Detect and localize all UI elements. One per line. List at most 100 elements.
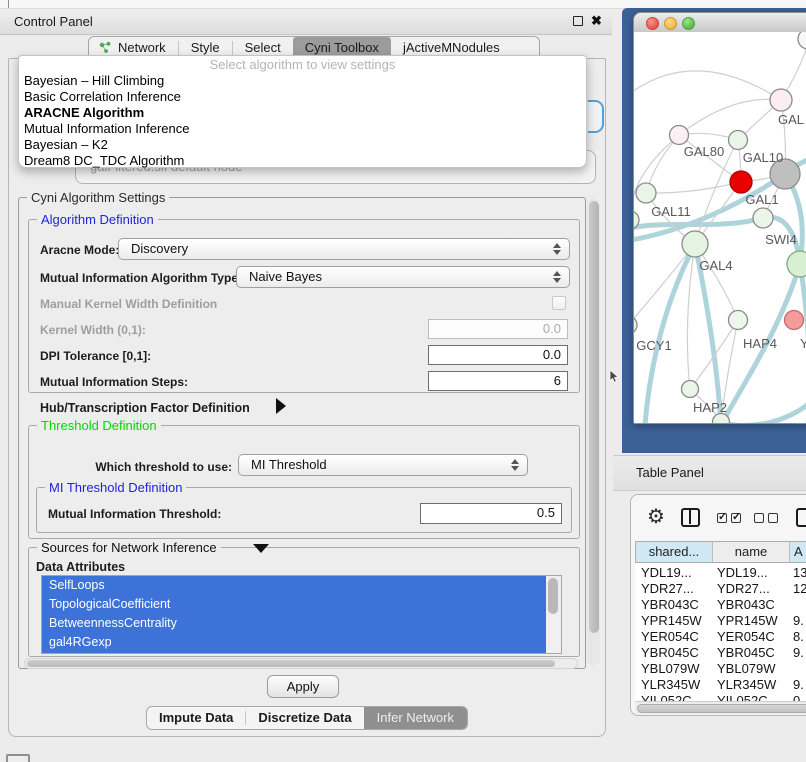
node-label: HAP4 — [743, 336, 777, 351]
dpi-tolerance-field[interactable]: 0.0 — [428, 345, 568, 365]
node-gal10[interactable] — [729, 131, 748, 150]
table-row[interactable]: YPR145WYPR145W9. — [635, 613, 806, 629]
dpi-tolerance-label: DPI Tolerance [0,1]: — [40, 349, 151, 363]
cyni-algorithm-settings-title: Cyni Algorithm Settings — [27, 190, 169, 205]
table-horizontal-scrollbar[interactable] — [635, 701, 806, 714]
dropdown-item[interactable]: Bayesian – Hill Climbing — [19, 73, 586, 89]
table-body[interactable]: YDL19...YDL19...13 YDR27...YDR27...12 YB… — [635, 563, 806, 701]
table-row[interactable]: YBR045CYBR045C9. — [635, 645, 806, 661]
network-tab-icon — [99, 41, 112, 54]
node-hap4[interactable] — [729, 311, 748, 330]
dropdown-item[interactable]: Mutual Information Inference — [19, 121, 586, 137]
tab-discretize-data[interactable]: Discretize Data — [246, 707, 363, 729]
mac-close-button[interactable] — [646, 17, 659, 30]
node-salmon[interactable] — [785, 311, 804, 330]
checked-checkbox-icon[interactable]: ✓ — [717, 513, 727, 523]
column-header-partial[interactable]: A — [790, 542, 806, 562]
tab-impute-data[interactable]: Impute Data — [147, 707, 245, 729]
column-header-shared-name[interactable]: shared... — [636, 542, 713, 562]
list-item[interactable]: TopologicalCoefficient — [42, 595, 546, 614]
table-row[interactable]: YER054CYER054C8. — [635, 629, 806, 645]
data-attributes-list[interactable]: SelfLoops TopologicalCoefficient Between… — [41, 575, 562, 654]
sources-title[interactable]: Sources for Network Inference — [37, 540, 221, 555]
node-right-green[interactable] — [787, 251, 806, 277]
which-threshold-combo[interactable]: MI Threshold — [238, 454, 528, 476]
mi-threshold-label: Mutual Information Threshold: — [48, 507, 221, 521]
list-vscroll-thumb[interactable] — [548, 578, 558, 614]
node-label: GAL4 — [699, 258, 732, 273]
expand-right-arrow-icon[interactable] — [276, 398, 286, 414]
dropdown-item[interactable]: Dream8 DC_TDC Algorithm — [19, 153, 586, 169]
list-item[interactable]: BetweennessCentrality — [42, 614, 546, 633]
which-threshold-value: MI Threshold — [251, 457, 327, 472]
collapse-down-arrow-icon[interactable] — [253, 544, 269, 553]
network-edge — [634, 158, 806, 424]
table-row[interactable]: YIL052CYIL052C0 — [635, 693, 806, 701]
node-label: Y — [800, 336, 806, 351]
table-row[interactable]: YDL19...YDL19...13 — [635, 565, 806, 581]
float-window-icon[interactable] — [573, 16, 583, 26]
node-gal4[interactable] — [682, 231, 708, 257]
tab-infer-network[interactable]: Infer Network — [364, 707, 467, 729]
data-attributes-label: Data Attributes — [36, 560, 125, 574]
node-gal1-selected[interactable] — [730, 171, 752, 193]
network-canvas[interactable]: GAL GAL80 GAL10 GAL1 GAL11 SWI4 GAL4 GCY… — [634, 32, 806, 424]
node-label: HAP2 — [693, 400, 727, 415]
column-split-icon[interactable] — [681, 508, 700, 527]
settings-hscroll-thumb[interactable] — [27, 660, 555, 667]
aracne-mode-combo[interactable]: Discovery — [118, 238, 570, 260]
kernel-width-field[interactable]: 0.0 — [428, 319, 568, 339]
node-gal80[interactable] — [670, 126, 689, 145]
table-row[interactable]: YLR345WYLR345W9. — [635, 677, 806, 693]
node-gal11[interactable] — [636, 183, 656, 203]
table-row[interactable]: YBL079WYBL079W — [635, 661, 806, 677]
table-panel-card: ⚙ ✓ ✓ shared... name A YDL19...YDL19...1… — [630, 494, 806, 716]
list-item[interactable]: SelfLoops — [42, 576, 546, 595]
node-gal2[interactable] — [770, 89, 792, 111]
mac-minimize-button[interactable] — [664, 17, 677, 30]
node-hap2[interactable] — [682, 381, 699, 398]
apply-button[interactable]: Apply — [267, 675, 339, 698]
node-partial-top[interactable] — [798, 32, 806, 49]
unchecked-checkbox-icon[interactable] — [754, 513, 764, 523]
node-label: GAL1 — [745, 192, 778, 207]
mi-steps-field[interactable]: 6 — [428, 371, 568, 391]
settings-vscroll-thumb[interactable] — [589, 201, 599, 633]
collapsed-panel-box[interactable] — [6, 754, 30, 762]
dropdown-item[interactable]: Basic Correlation Inference — [19, 89, 586, 105]
list-vertical-scrollbar[interactable] — [546, 576, 561, 653]
checked-checkbox-icon[interactable]: ✓ — [731, 513, 741, 523]
mac-zoom-button[interactable] — [682, 17, 695, 30]
table-hscroll-thumb[interactable] — [637, 704, 806, 713]
unchecked-checkbox-icon[interactable] — [768, 513, 778, 523]
control-panel-titlebar: Control Panel ✖ — [0, 9, 612, 35]
node-label: GAL — [778, 112, 804, 127]
node-bottom-partial[interactable] — [713, 414, 730, 425]
table-panel-titlebar: Table Panel — [613, 455, 806, 491]
hub-definition-label[interactable]: Hub/Transcription Factor Definition — [40, 401, 250, 415]
network-graph: GAL GAL80 GAL10 GAL1 GAL11 SWI4 GAL4 GCY… — [634, 32, 806, 424]
mi-threshold-field[interactable]: 0.5 — [420, 503, 562, 524]
mi-type-value: Naive Bayes — [249, 269, 322, 284]
aracne-mode-value: Discovery — [131, 241, 188, 256]
network-window-titlebar[interactable] — [634, 13, 806, 33]
node-gcy1[interactable] — [634, 316, 637, 334]
node-swi4[interactable] — [753, 208, 773, 228]
dropdown-item[interactable]: Bayesian – K2 — [19, 137, 586, 153]
dropdown-item-selected[interactable]: ARACNE Algorithm — [19, 105, 586, 121]
aracne-mode-label: Aracne Mode: — [40, 243, 119, 257]
dropdown-placeholder: Select algorithm to view settings — [19, 56, 586, 73]
column-header-name[interactable]: name — [713, 542, 790, 562]
settings-horizontal-scrollbar[interactable] — [24, 658, 578, 669]
settings-vertical-scrollbar[interactable] — [587, 199, 600, 665]
close-icon[interactable]: ✖ — [591, 13, 602, 29]
partial-toolbar-icon[interactable] — [796, 508, 806, 527]
gear-icon[interactable]: ⚙ — [647, 504, 665, 529]
list-item[interactable]: gal4RGexp — [42, 633, 546, 652]
focused-combo-fragment[interactable] — [588, 100, 604, 133]
table-header-row: shared... name A — [635, 541, 806, 563]
table-row[interactable]: YDR27...YDR27...12 — [635, 581, 806, 597]
manual-kernel-checkbox[interactable] — [552, 296, 566, 310]
table-row[interactable]: YBR043CYBR043C — [635, 597, 806, 613]
mi-type-combo[interactable]: Naive Bayes — [236, 266, 570, 288]
